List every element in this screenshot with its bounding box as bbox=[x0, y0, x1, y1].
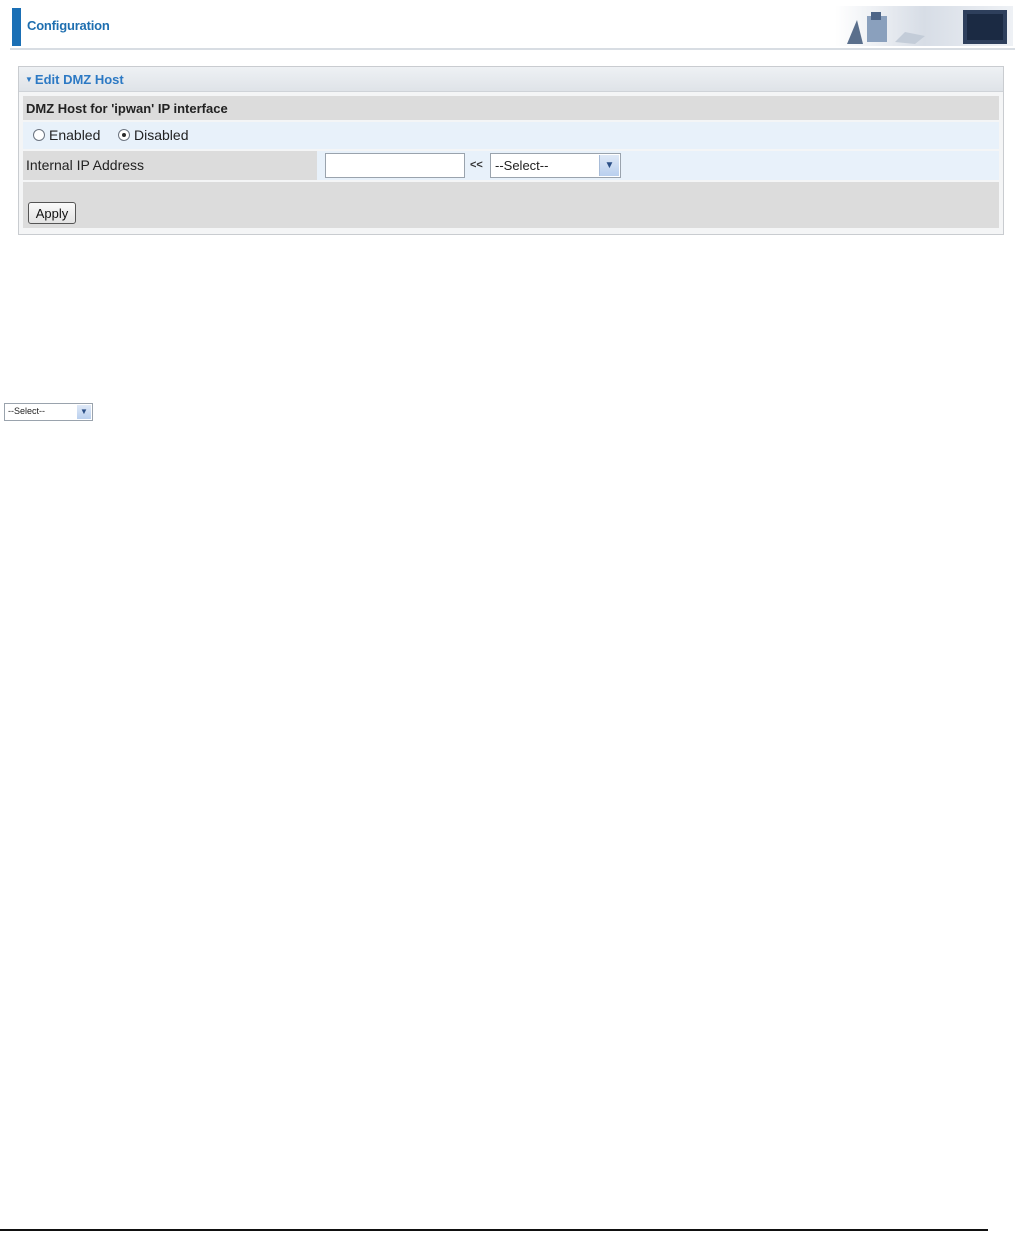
internal-ip-label-cell: Internal IP Address bbox=[23, 151, 317, 180]
panel-title-bar[interactable]: ▼ Edit DMZ Host bbox=[19, 67, 1003, 92]
apply-row: Apply bbox=[23, 182, 999, 228]
triangle-down-icon: ▼ bbox=[25, 75, 33, 84]
enabled-radio[interactable] bbox=[33, 129, 45, 141]
disabled-radio[interactable] bbox=[118, 129, 130, 141]
ip-select-dropdown[interactable]: --Select-- ▼ bbox=[490, 153, 621, 178]
panel-title: Edit DMZ Host bbox=[34, 72, 124, 87]
internal-ip-row: Internal IP Address << --Select-- ▼ bbox=[23, 151, 999, 180]
chevron-down-icon[interactable]: ▼ bbox=[599, 155, 619, 176]
internal-ip-label: Internal IP Address bbox=[26, 157, 145, 173]
edit-dmz-host-panel: ▼ Edit DMZ Host DMZ Host for 'ipwan' IP i… bbox=[18, 66, 1004, 235]
internal-ip-input[interactable] bbox=[325, 153, 465, 178]
enabled-label: Enabled bbox=[49, 127, 101, 143]
apply-button[interactable]: Apply bbox=[28, 202, 76, 224]
select-dropdown-thumbnail[interactable]: --Select-- ▼ bbox=[4, 403, 93, 421]
dmz-status-row: Enabled Disabled bbox=[23, 122, 999, 149]
ip-select-value: --Select-- bbox=[495, 158, 549, 173]
page-title: Configuration bbox=[27, 18, 110, 33]
section-heading-row: DMZ Host for 'ipwan' IP interface bbox=[23, 96, 999, 120]
network-devices-banner-icon bbox=[835, 6, 1013, 46]
header-divider bbox=[10, 48, 1015, 50]
thumbnail-select-value: --Select-- bbox=[8, 406, 46, 416]
disabled-label: Disabled bbox=[134, 127, 189, 143]
footer-divider bbox=[0, 1229, 988, 1231]
section-heading: DMZ Host for 'ipwan' IP interface bbox=[26, 101, 228, 116]
page-header: Configuration bbox=[10, 6, 1018, 50]
header-accent-bar bbox=[12, 8, 21, 46]
copy-arrow: << bbox=[470, 159, 483, 171]
chevron-down-icon[interactable]: ▼ bbox=[77, 405, 91, 419]
